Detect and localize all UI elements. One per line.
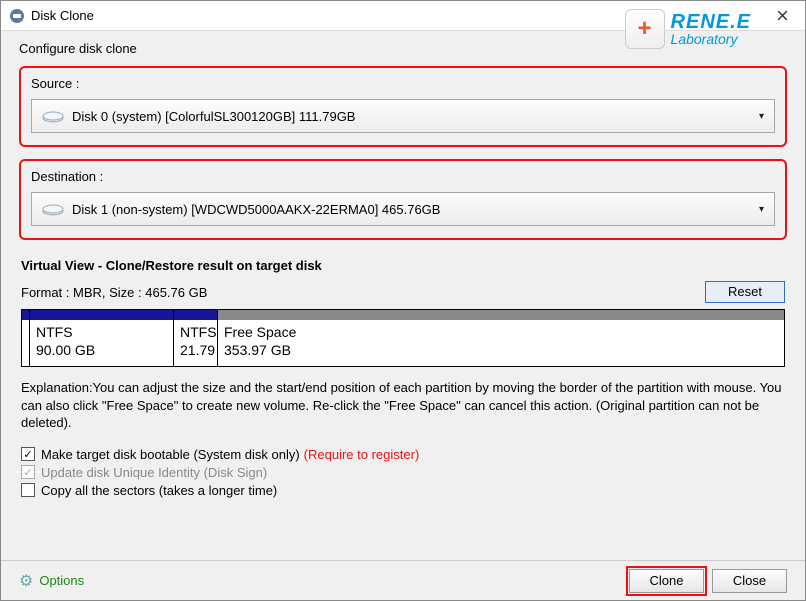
chevron-down-icon: ▾ [759,111,764,122]
disk-icon [42,202,64,216]
partition-label: NTFS [36,324,167,342]
source-label: Source : [31,76,775,91]
require-register: (Require to register) [304,447,420,462]
source-disk-dropdown[interactable]: Disk 0 (system) [ColorfulSL300120GB] 111… [31,99,775,133]
explanation-text: Explanation:You can adjust the size and … [21,379,785,432]
destination-selected: Disk 1 (non-system) [WDCWD5000AAKX-22ERM… [72,202,440,217]
partition-view[interactable]: NTFS 90.00 GB NTFS 21.79 GB Free Space 3… [21,309,785,367]
format-text: Format : MBR, Size : 465.76 GB [21,285,207,300]
brand-name: RENE.E [671,12,751,32]
partition-size: 21.79 GB [180,342,211,360]
disk-icon [42,109,64,123]
window: Disk Clone + RENE.E Laboratory Configure… [0,0,806,601]
partition-size: 90.00 GB [36,342,167,360]
source-group: Source : Disk 0 (system) [ColorfulSL3001… [19,66,787,147]
footer: ⚙ Options Clone Close [1,560,805,600]
partition-label: NTFS [180,324,211,342]
destination-disk-dropdown[interactable]: Disk 1 (non-system) [WDCWD5000AAKX-22ERM… [31,192,775,226]
chevron-down-icon: ▾ [759,204,764,215]
brand-logo: + RENE.E Laboratory [625,9,751,49]
clone-button[interactable]: Clone [629,569,704,593]
partition-ntfs-2[interactable]: NTFS 21.79 GB [174,310,218,366]
content-area: Configure disk clone Source : Disk 0 (sy… [1,31,805,560]
destination-label: Destination : [31,169,775,184]
destination-group: Destination : Disk 1 (non-system) [WDCWD… [19,159,787,240]
checkbox-label: Copy all the sectors (takes a longer tim… [41,483,277,498]
checkbox-label: Make target disk bootable (System disk o… [41,447,300,462]
checkbox-bootable[interactable]: ✓ Make target disk bootable (System disk… [21,447,785,462]
brand-icon: + [625,9,665,49]
options-link[interactable]: ⚙ Options [19,571,84,591]
virtual-view-title: Virtual View - Clone/Restore result on t… [21,258,787,273]
gear-icon: ⚙ [19,571,33,591]
app-icon [9,8,25,24]
checkbox-group: ✓ Make target disk bootable (System disk… [21,444,785,501]
format-row: Format : MBR, Size : 465.76 GB Reset [21,281,785,303]
partition-ntfs-1[interactable]: NTFS 90.00 GB [30,310,174,366]
close-button[interactable]: Close [712,569,787,593]
checkbox-icon [21,483,35,497]
checkbox-all-sectors[interactable]: Copy all the sectors (takes a longer tim… [21,483,785,498]
partition-size: 353.97 GB [224,342,778,360]
source-selected: Disk 0 (system) [ColorfulSL300120GB] 111… [72,109,355,124]
checkbox-label: Update disk Unique Identity (Disk Sign) [41,465,267,480]
brand-sub: Laboratory [671,32,751,46]
partition-free-space[interactable]: Free Space 353.97 GB [218,310,784,366]
checkbox-icon: ✓ [21,465,35,479]
partition-reserved[interactable] [22,310,30,366]
checkbox-unique-id: ✓ Update disk Unique Identity (Disk Sign… [21,465,785,480]
partition-label: Free Space [224,324,778,342]
close-window-button[interactable] [760,1,805,31]
reset-button[interactable]: Reset [705,281,785,303]
checkbox-icon: ✓ [21,447,35,461]
window-title: Disk Clone [31,8,94,23]
